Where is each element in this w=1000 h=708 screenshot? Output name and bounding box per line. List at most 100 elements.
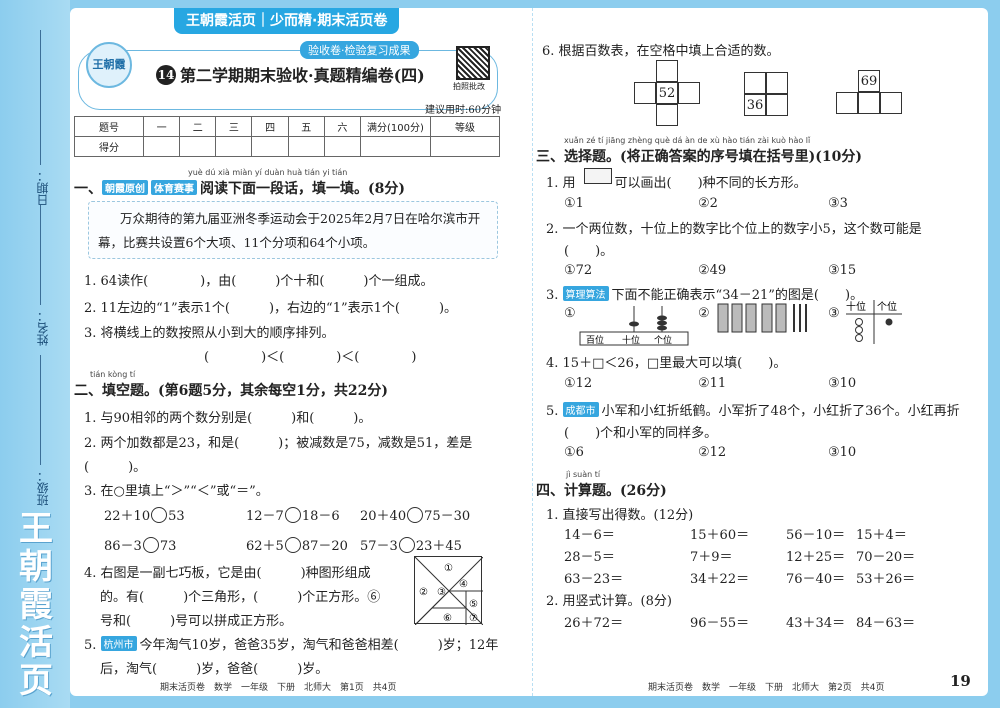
score-cell[interactable] [359, 136, 431, 157]
class-line [40, 355, 41, 465]
compare-circle[interactable] [284, 507, 301, 523]
abacus-bead [657, 315, 667, 321]
place-value-figure: 十位 个位 [844, 298, 904, 346]
score-header-cell: 满分(100分) [359, 116, 431, 137]
grid-cell[interactable] [766, 72, 788, 94]
abacus-figure: 百位 十位 个位 [578, 304, 690, 346]
calc-item[interactable]: 28－5＝ [564, 546, 615, 565]
place-label: 个位 [877, 300, 897, 313]
grid-cell[interactable] [634, 82, 656, 104]
compare-circle[interactable] [407, 507, 424, 523]
sec4-q2: 2. 用竖式计算。(8分) [546, 594, 672, 609]
sec3-q5-text: 小军和小红折纸鹤。小军折了48个，小红折了36个。小红再折 [601, 404, 960, 419]
score-cell[interactable] [287, 136, 325, 157]
calc-item[interactable]: 7＋9＝ [690, 546, 733, 565]
original-tag: 朝霞原创 [102, 180, 148, 195]
compare-circle[interactable] [151, 507, 168, 523]
place-dot [855, 326, 863, 334]
stick-bundle [775, 303, 787, 333]
score-cell[interactable] [143, 136, 181, 157]
compare-item: 62＋5 87－20 [246, 535, 348, 554]
vertical-calc[interactable]: 96－55＝ [690, 612, 749, 631]
grid-cell[interactable] [836, 92, 858, 114]
option[interactable]: ②49 [698, 263, 726, 278]
calc-item[interactable]: 34＋22＝ [690, 568, 749, 587]
place-dot [855, 334, 863, 342]
compare-right: 18－6 [301, 509, 340, 524]
score-cell[interactable] [323, 136, 361, 157]
sec2-q5-line2: 后，淘气( )岁，爸爸( )岁。 [100, 662, 329, 677]
option-label[interactable]: ① [564, 306, 576, 321]
score-cell[interactable] [215, 136, 253, 157]
calc-item[interactable]: 14－6＝ [564, 524, 615, 543]
grid-cell[interactable] [656, 104, 678, 126]
abacus-bead [657, 320, 667, 326]
sec2-q5-text: 今年淘气10岁，爸爸35岁，淘气和爸爸相差( )岁；12年 [139, 638, 499, 653]
score-cell[interactable] [429, 136, 501, 157]
grid-cell[interactable] [858, 92, 880, 114]
compare-left: 86－3 [104, 539, 142, 554]
score-cell[interactable] [251, 136, 289, 157]
calc-item[interactable]: 12＋25＝ [786, 546, 845, 565]
sec1-q3-blanks[interactable]: ( )＜( )＜( ) [204, 346, 416, 365]
option[interactable]: ③15 [828, 263, 856, 278]
tangram-label: ② [419, 587, 428, 598]
option[interactable]: ②2 [698, 196, 718, 211]
tangram-label: ③ [437, 587, 446, 598]
tangram-label: ⑦ [469, 613, 478, 624]
sec2-q4-line2: 的。有( )个三角形，( )个正方形。⑥ [100, 590, 381, 605]
score-header-cell: 二 [179, 116, 217, 137]
series-banner: 王朝霞活页｜少而精·期末活页卷 [174, 8, 400, 34]
date-label: 日期： [36, 170, 50, 206]
sec3-q3: 3. 算理算法 下面不能正确表示“34－21”的图是( )。 [546, 284, 863, 303]
calc-item[interactable]: 76－40＝ [786, 568, 845, 587]
calc-item[interactable]: 56－10＝ [786, 524, 845, 543]
score-header-cell: 等级 [429, 116, 501, 137]
sec4-heading: 四、计算题。(26分) [536, 483, 667, 499]
option[interactable]: ②12 [698, 445, 726, 460]
option[interactable]: ①6 [564, 445, 584, 460]
compare-circle[interactable] [284, 537, 301, 553]
sec3-q2: 2. 一个两位数，十位上的数字比个位上的数字小5，这个数可能是 [546, 222, 922, 237]
option[interactable]: ①12 [564, 376, 592, 391]
compare-right: 87－20 [301, 539, 348, 554]
vertical-calc[interactable]: 26＋72＝ [564, 612, 623, 631]
calc-item[interactable]: 15＋60＝ [690, 524, 749, 543]
sec1-q2: 2. 11左边的“1”表示1个( )，右边的“1”表示1个( )。 [84, 301, 458, 316]
vertical-calc[interactable]: 43＋34＝ [786, 612, 845, 631]
grid-cell[interactable] [880, 92, 902, 114]
sub-banner: 验收卷·检验复习成果 [300, 41, 419, 59]
grid-cell[interactable] [744, 72, 766, 94]
option[interactable]: ①72 [564, 263, 592, 278]
grid-cell[interactable] [766, 94, 788, 116]
sec2-q1: 1. 与90相邻的两个数分别是( )和( )。 [84, 411, 372, 426]
sec2-q4-line3: 号和( )号可以拼成正方形。 [100, 614, 293, 629]
calc-item[interactable]: 15＋4＝ [856, 524, 907, 543]
sticks-figure [716, 300, 812, 338]
compare-circle[interactable] [398, 537, 415, 553]
calc-item[interactable]: 53＋26＝ [856, 568, 915, 587]
option[interactable]: ③10 [828, 376, 856, 391]
compare-circle[interactable] [142, 537, 159, 553]
compare-left: 20＋40 [360, 509, 407, 524]
grid-cell[interactable] [678, 82, 700, 104]
sec4-q1: 1. 直接写出得数。(12分) [546, 508, 694, 523]
score-header-cell: 一 [143, 116, 181, 137]
calc-item[interactable]: 70－20＝ [856, 546, 915, 565]
grid-cell[interactable] [656, 60, 678, 82]
option-label[interactable]: ③ [828, 306, 840, 321]
option-label[interactable]: ② [698, 306, 710, 321]
option[interactable]: ②11 [698, 376, 726, 391]
tangram-label: ⑤ [469, 599, 478, 610]
calc-item[interactable]: 63－23＝ [564, 568, 623, 587]
qr-code-icon[interactable] [456, 46, 490, 80]
tangram-svg: ① ② ③ ④ ⑤ ⑥ ⑦ [414, 556, 484, 626]
option[interactable]: ③10 [828, 445, 856, 460]
option[interactable]: ①1 [564, 196, 584, 211]
abacus-label: 十位 [622, 334, 640, 346]
option[interactable]: ③3 [828, 196, 848, 211]
qr-label: 拍照批改 [453, 82, 485, 91]
sec2-q3: 3. 在○里填上“＞”“＜”或“＝”。 [84, 484, 269, 499]
score-cell[interactable] [179, 136, 217, 157]
vertical-calc[interactable]: 84－63＝ [856, 612, 915, 631]
